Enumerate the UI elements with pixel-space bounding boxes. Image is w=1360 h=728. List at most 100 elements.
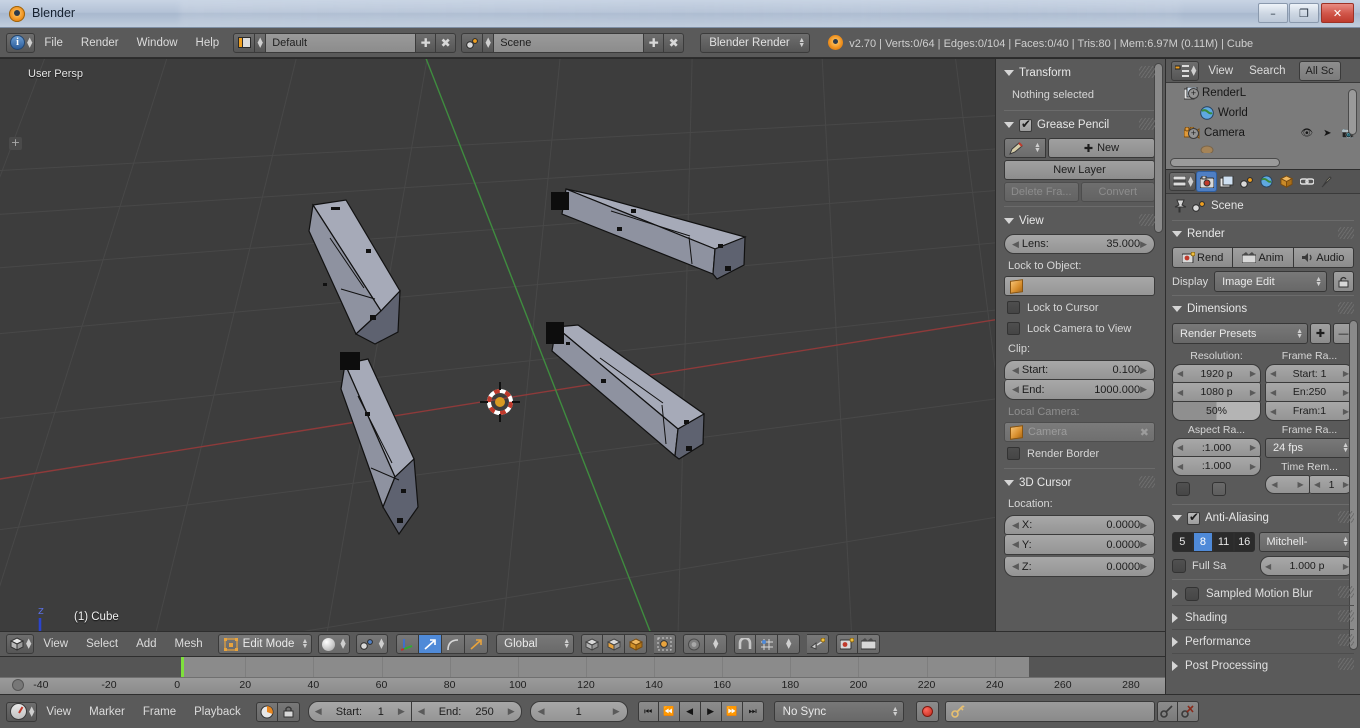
grease-pencil-new-layer-button[interactable]: New Layer [1004, 160, 1155, 180]
render-border-checkbox[interactable] [1007, 447, 1020, 460]
snap-magnet-button[interactable] [734, 634, 757, 654]
timeline-playhead[interactable] [180, 657, 184, 677]
proportional-falloff-selector[interactable] [683, 634, 706, 654]
auto-keyframe-button[interactable] [255, 701, 278, 722]
clip-end-field[interactable]: ◀ End: 1000.000 ▶ [1004, 380, 1155, 400]
viewport-canvas[interactable]: z x y [0, 59, 995, 631]
menu-help[interactable]: Help [187, 32, 229, 54]
selectability-cursor-icon[interactable]: ➤ [1323, 128, 1331, 139]
jump-to-end-button[interactable]: ⏭ [742, 701, 764, 722]
sync-mode-selector[interactable]: No Sync ▲ ▼ [773, 701, 904, 722]
time-remap-new-field[interactable]: ◀ 1 ▶ [1310, 475, 1354, 494]
xray-button[interactable] [625, 634, 648, 654]
outliner-row-renderlayers[interactable]: + RenderL [1166, 83, 1360, 103]
lock-to-cursor-row[interactable]: Lock to Cursor [1004, 297, 1155, 318]
outliner-row-partial[interactable] [1166, 143, 1360, 153]
aspect-x-field[interactable]: ◀ :1.000 ▶ [1172, 438, 1261, 457]
render-still-button[interactable]: Rend [1172, 247, 1234, 268]
viewport-shading-selector[interactable]: ▲ ▼ [318, 634, 350, 654]
occlude-geometry-button[interactable] [603, 634, 626, 654]
aspect-y-field[interactable]: ◀ :1.000 ▶ [1172, 457, 1261, 476]
editor-type-selector-viewport[interactable]: ▲ ▼ [6, 634, 35, 654]
properties-tab-render[interactable] [1197, 172, 1217, 191]
properties-tab-scene[interactable] [1237, 172, 1256, 191]
motion-blur-checkbox[interactable] [1185, 586, 1199, 601]
resolution-x-field[interactable]: ◀ 1920 p ▶ [1172, 364, 1261, 383]
outliner-display-mode[interactable]: All Sc [1298, 60, 1341, 81]
time-remap-old-field[interactable]: ◀ ▶ [1265, 475, 1310, 494]
cursor-z-field[interactable]: ◀ Z: 0.0000 ▶ [1004, 557, 1155, 577]
transform-orientation-selector[interactable]: Global ▲ ▼ [496, 634, 575, 654]
npanel-scrollbar[interactable] [1154, 63, 1163, 233]
frame-rate-selector[interactable]: 24 fps ▲ ▼ [1265, 438, 1354, 458]
interaction-mode-selector[interactable]: Edit Mode ▲ ▼ [217, 634, 313, 654]
properties-tab-world[interactable] [1257, 172, 1276, 191]
add-preset-button[interactable]: ✚ [1310, 323, 1331, 344]
panel-sampled-motion-blur[interactable]: Sampled Motion Blur [1172, 582, 1354, 606]
grease-pencil-delete-frame-button[interactable]: Delete Fra... [1004, 182, 1079, 202]
visibility-eye-icon[interactable]: 👁 [1300, 128, 1313, 139]
jump-to-start-button[interactable]: ⏮ [637, 701, 659, 722]
aa-samples-selector[interactable]: 5 8 11 16 [1172, 532, 1255, 552]
scene-name-field[interactable]: Scene [494, 32, 645, 53]
pin-icon[interactable] [1174, 199, 1187, 213]
lens-field[interactable]: ◀ Lens: 35.000 ▶ [1004, 234, 1155, 254]
properties-tab-render-layers[interactable] [1217, 172, 1236, 191]
viewport-menu-select[interactable]: Select [77, 633, 127, 655]
frame-start-field[interactable]: ◀ Start: 1 ▶ [1265, 364, 1354, 383]
grease-pencil-new-button[interactable]: ✚ New [1048, 138, 1155, 158]
aa-sample-8[interactable]: 8 [1192, 532, 1214, 552]
manipulator-toggle[interactable] [396, 634, 420, 654]
record-button[interactable] [915, 701, 939, 722]
falloff-dropdown[interactable]: ▲ ▼ [705, 634, 728, 654]
outliner-menu-search[interactable]: Search [1242, 60, 1292, 82]
timeline-menu-marker[interactable]: Marker [80, 701, 134, 723]
scene-dropdown[interactable]: ▲ ▼ [483, 32, 495, 53]
timeline-strip[interactable]: -40 -20 0 20 40 60 80 100 120 140 160 180 200 220 240 2… [0, 657, 1165, 694]
timeline-menu-playback[interactable]: Playback [185, 701, 250, 723]
lock-interface-button[interactable] [1333, 271, 1354, 292]
snap-dropdown[interactable]: ▲ ▼ [778, 634, 801, 654]
panel-grease-pencil-header[interactable]: Grease Pencil [1004, 114, 1155, 136]
aa-sample-5[interactable]: 5 [1172, 532, 1193, 552]
resolution-percentage-slider[interactable]: 50% [1172, 402, 1261, 421]
timeline-scroll-knob[interactable] [12, 679, 24, 691]
screen-layout-icon[interactable] [233, 32, 256, 53]
lock-timeline-button[interactable] [277, 701, 300, 722]
local-camera-field[interactable]: Camera ✖ [1004, 422, 1155, 442]
menu-window[interactable]: Window [128, 32, 187, 54]
lock-camera-to-view-checkbox[interactable] [1007, 322, 1020, 335]
outliner-editor[interactable]: ▲ ▼ View Search All Sc + RenderL World + … [1165, 59, 1360, 169]
3d-viewport[interactable]: z x y + User Persp (1) Cube [0, 59, 995, 631]
aa-size-field[interactable]: ◀ 1.000 p ▶ [1260, 556, 1354, 576]
scale-manipulator-toggle[interactable] [465, 634, 489, 654]
start-frame-field[interactable]: ◀ Start: 1 ▶ [307, 701, 412, 722]
viewport-menu-view[interactable]: View [34, 633, 77, 655]
grease-pencil-convert-button[interactable]: Convert [1080, 182, 1155, 202]
viewport-toolshelf-toggle[interactable]: + [9, 137, 22, 150]
menu-file[interactable]: File [35, 32, 72, 54]
timeline-menu-view[interactable]: View [37, 701, 80, 723]
outliner-row-world[interactable]: World [1166, 103, 1360, 123]
lock-to-cursor-checkbox[interactable] [1007, 301, 1020, 314]
aa-sample-16[interactable]: 16 [1233, 532, 1255, 552]
current-frame-field[interactable]: ◀ 1 ▶ [529, 701, 628, 722]
snap-target-selector[interactable] [756, 634, 779, 654]
clip-start-field[interactable]: ◀ Start: 0.100 ▶ [1004, 360, 1155, 380]
pivot-point-selector[interactable]: ▲ ▼ [355, 634, 389, 654]
keying-set-field[interactable] [944, 701, 1155, 722]
aa-filter-selector[interactable]: Mitchell- ▲ ▼ [1258, 532, 1354, 552]
editor-type-selector-timeline[interactable]: ▲ ▼ [6, 701, 38, 722]
lock-to-object-field[interactable] [1004, 276, 1155, 296]
properties-tab-modifiers[interactable] [1317, 172, 1336, 191]
add-scene-button[interactable]: ✚ [644, 32, 665, 53]
end-frame-field[interactable]: ◀ End: 250 ▶ [411, 701, 522, 722]
expand-icon[interactable]: + [1188, 127, 1199, 139]
render-border-row[interactable]: Render Border [1004, 443, 1155, 464]
antialiasing-checkbox[interactable] [1187, 510, 1200, 525]
screen-layout-name[interactable]: Default [266, 32, 417, 53]
frame-step-field[interactable]: ◀ Fram:1 ▶ [1265, 402, 1354, 421]
properties-tab-constraints[interactable] [1297, 172, 1316, 191]
jump-next-keyframe-button[interactable]: ⏩ [721, 701, 743, 722]
timeline-ruler[interactable]: -40 -20 0 20 40 60 80 100 120 140 160 180 200 220 240 2… [0, 677, 1165, 694]
